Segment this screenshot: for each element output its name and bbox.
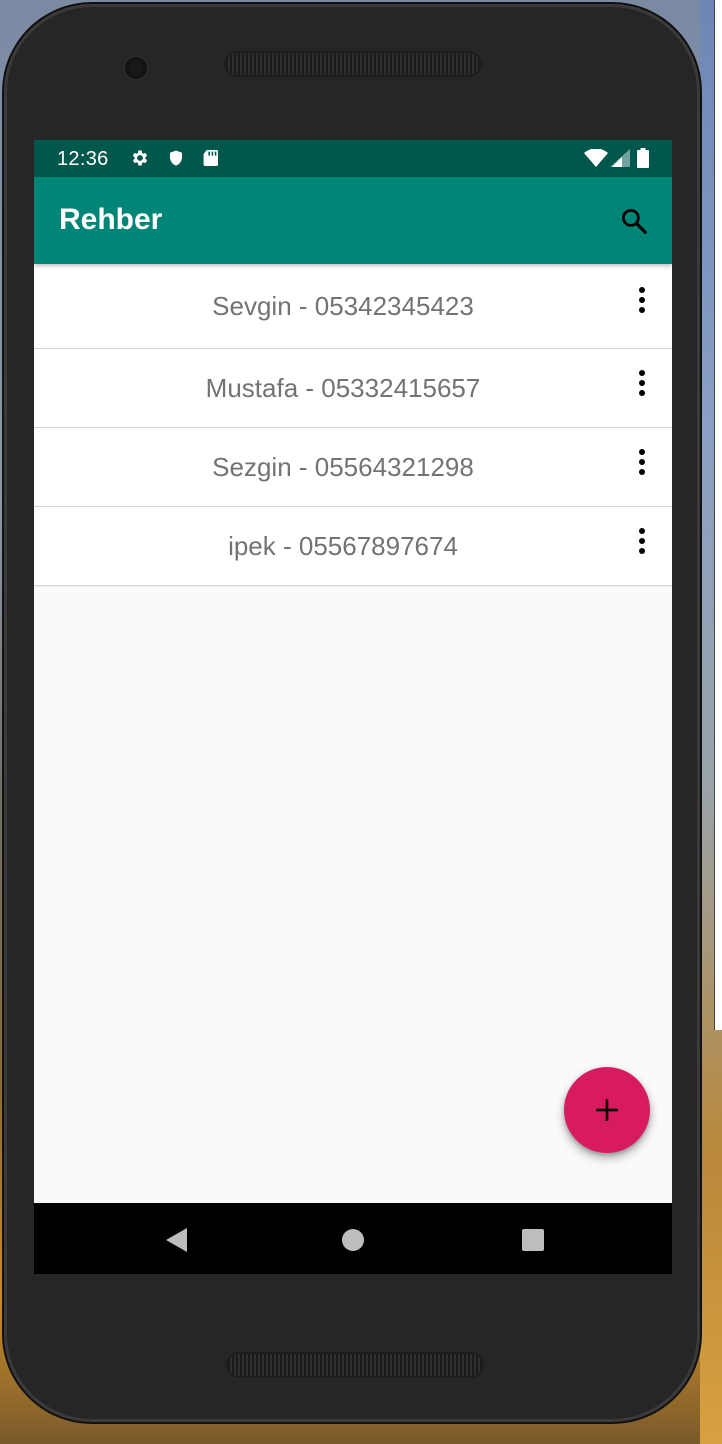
navigation-bar — [34, 1203, 672, 1274]
more-vert-icon — [639, 370, 645, 396]
contact-label: ipek - 05567897674 — [228, 530, 458, 561]
back-button[interactable] — [162, 1225, 192, 1255]
search-icon — [622, 209, 647, 234]
signal-icon — [610, 148, 630, 168]
front-camera — [125, 57, 147, 79]
background-window-edge — [714, 0, 722, 1030]
wifi-icon — [584, 148, 608, 168]
sd-card-icon — [200, 148, 220, 168]
app-bar: Rehber — [34, 177, 672, 264]
contact-label: Sevgin - 05342345423 — [212, 290, 474, 321]
more-vert-icon — [639, 287, 645, 313]
recents-icon — [522, 1229, 544, 1251]
overflow-menu-button[interactable] — [628, 369, 656, 403]
list-item[interactable]: ipek - 05567897674 — [34, 507, 672, 586]
home-button[interactable] — [338, 1225, 368, 1255]
status-bar: 12:36 — [34, 140, 672, 177]
contact-list: Sevgin - 05342345423 Mustafa - 053324156… — [34, 264, 672, 586]
overflow-menu-button[interactable] — [628, 286, 656, 320]
list-item[interactable]: Mustafa - 05332415657 — [34, 349, 672, 428]
contact-label: Mustafa - 05332415657 — [205, 372, 481, 403]
more-vert-icon — [639, 528, 645, 554]
device-screen: 12:36 Rehber Sevgin - 05342345423 Mustaf… — [34, 140, 672, 1274]
contact-label: Sezgin - 05564321298 — [212, 451, 474, 482]
more-vert-icon — [639, 449, 645, 475]
home-icon — [342, 1229, 364, 1251]
add-contact-button[interactable] — [564, 1067, 650, 1153]
battery-icon — [636, 148, 650, 168]
list-item[interactable]: Sevgin - 05342345423 — [34, 264, 672, 349]
bottom-speaker-grille — [228, 1354, 482, 1376]
overflow-menu-button[interactable] — [628, 527, 656, 561]
top-speaker-grille — [226, 53, 480, 75]
status-time: 12:36 — [57, 148, 109, 170]
app-title: Rehber — [59, 203, 163, 236]
back-icon — [166, 1228, 187, 1252]
list-item[interactable]: Sezgin - 05564321298 — [34, 428, 672, 507]
settings-icon — [130, 148, 150, 168]
recents-button[interactable] — [518, 1225, 548, 1255]
shield-icon — [166, 148, 186, 168]
search-button[interactable] — [614, 201, 654, 241]
phone-frame: 12:36 Rehber Sevgin - 05342345423 Mustaf… — [4, 4, 700, 1422]
overflow-menu-button[interactable] — [628, 448, 656, 482]
plus-icon — [596, 1099, 618, 1121]
